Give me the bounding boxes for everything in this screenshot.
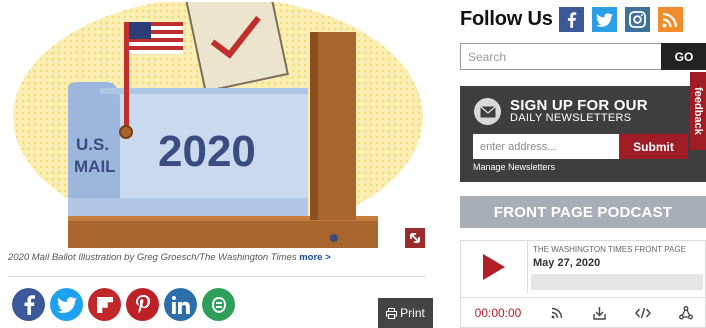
- share-facebook-button[interactable]: [12, 288, 45, 321]
- article-illustration: U.S. MAIL 2020: [8, 2, 426, 248]
- rss-icon: [662, 12, 678, 27]
- mailbox-year: 2020: [158, 127, 256, 176]
- podcast-embed-button[interactable]: [621, 298, 664, 327]
- podcast-download-button[interactable]: [578, 298, 621, 327]
- linkedin-icon: [171, 295, 190, 314]
- print-label: Print: [400, 306, 425, 320]
- instagram-icon: [628, 11, 646, 28]
- play-icon: [483, 254, 505, 280]
- podcast-progress-bar[interactable]: [531, 274, 703, 290]
- newsletter-subtitle: DAILY NEWSLETTERS: [510, 112, 632, 124]
- podcast-player: THE WASHINGTON TIMES FRONT PAGE May 27, …: [460, 240, 706, 328]
- rss-icon: [551, 307, 562, 318]
- play-button[interactable]: [461, 241, 528, 293]
- search-input[interactable]: [460, 43, 661, 70]
- caption-divider: [8, 276, 426, 277]
- share-flipboard-button[interactable]: [88, 288, 121, 321]
- embed-code-icon: [634, 307, 651, 318]
- follow-instagram-link[interactable]: [624, 7, 650, 32]
- download-icon: [593, 306, 606, 320]
- more-share-icon: [211, 296, 226, 313]
- manage-newsletters-link[interactable]: Manage Newsletters: [473, 162, 555, 172]
- twitter-icon: [56, 296, 77, 313]
- follow-facebook-link[interactable]: [558, 7, 584, 32]
- envelope-icon: [474, 98, 501, 125]
- newsletter-signup: SIGN UP FOR OUR DAILY NEWSLETTERS Submit…: [460, 86, 706, 182]
- facebook-icon: [567, 11, 576, 28]
- pinterest-icon: [135, 294, 150, 313]
- follow-us: Follow Us: [460, 7, 691, 32]
- newsletter-submit-button[interactable]: Submit: [619, 134, 688, 159]
- share-linkedin-button[interactable]: [164, 288, 197, 321]
- facebook-icon: [24, 294, 35, 315]
- search-go-button[interactable]: GO: [661, 43, 706, 70]
- share-pinterest-button[interactable]: [126, 288, 159, 321]
- follow-title: Follow Us: [460, 8, 553, 30]
- podcast-controls: 00:00:00: [461, 297, 706, 327]
- podcast-header: FRONT PAGE PODCAST: [460, 196, 706, 228]
- share-nodes-icon: [678, 305, 693, 319]
- flipboard-icon: [96, 296, 113, 313]
- feedback-tab[interactable]: feedback: [690, 72, 706, 150]
- follow-rss-link[interactable]: [657, 7, 683, 32]
- image-caption: 2020 Mail Ballot Illustration by Greg Gr…: [8, 252, 331, 263]
- expand-arrow-icon: [410, 233, 420, 243]
- share-more-button[interactable]: [202, 288, 235, 321]
- share-twitter-button[interactable]: [50, 288, 83, 321]
- share-bar: [12, 288, 235, 321]
- print-button[interactable]: Print: [378, 298, 433, 328]
- svg-text:MAIL: MAIL: [74, 157, 116, 176]
- search-bar: GO: [460, 43, 706, 70]
- podcast-time: 00:00:00: [474, 305, 522, 320]
- caption-more-link[interactable]: more >: [299, 252, 330, 263]
- follow-twitter-link[interactable]: [591, 7, 617, 32]
- expand-image-button[interactable]: [405, 228, 425, 248]
- podcast-episode-date: May 27, 2020: [533, 257, 601, 269]
- podcast-share-button[interactable]: [664, 298, 706, 327]
- twitter-icon: [595, 12, 613, 27]
- newsletter-email-input[interactable]: [473, 134, 619, 159]
- podcast-rss-button[interactable]: [535, 298, 578, 327]
- feedback-label: feedback: [692, 87, 705, 135]
- svg-text:U.S.: U.S.: [76, 135, 109, 154]
- podcast-show-name: THE WASHINGTON TIMES FRONT PAGE: [533, 245, 686, 254]
- caption-text: 2020 Mail Ballot Illustration by Greg Gr…: [8, 252, 297, 263]
- printer-icon: [386, 307, 398, 319]
